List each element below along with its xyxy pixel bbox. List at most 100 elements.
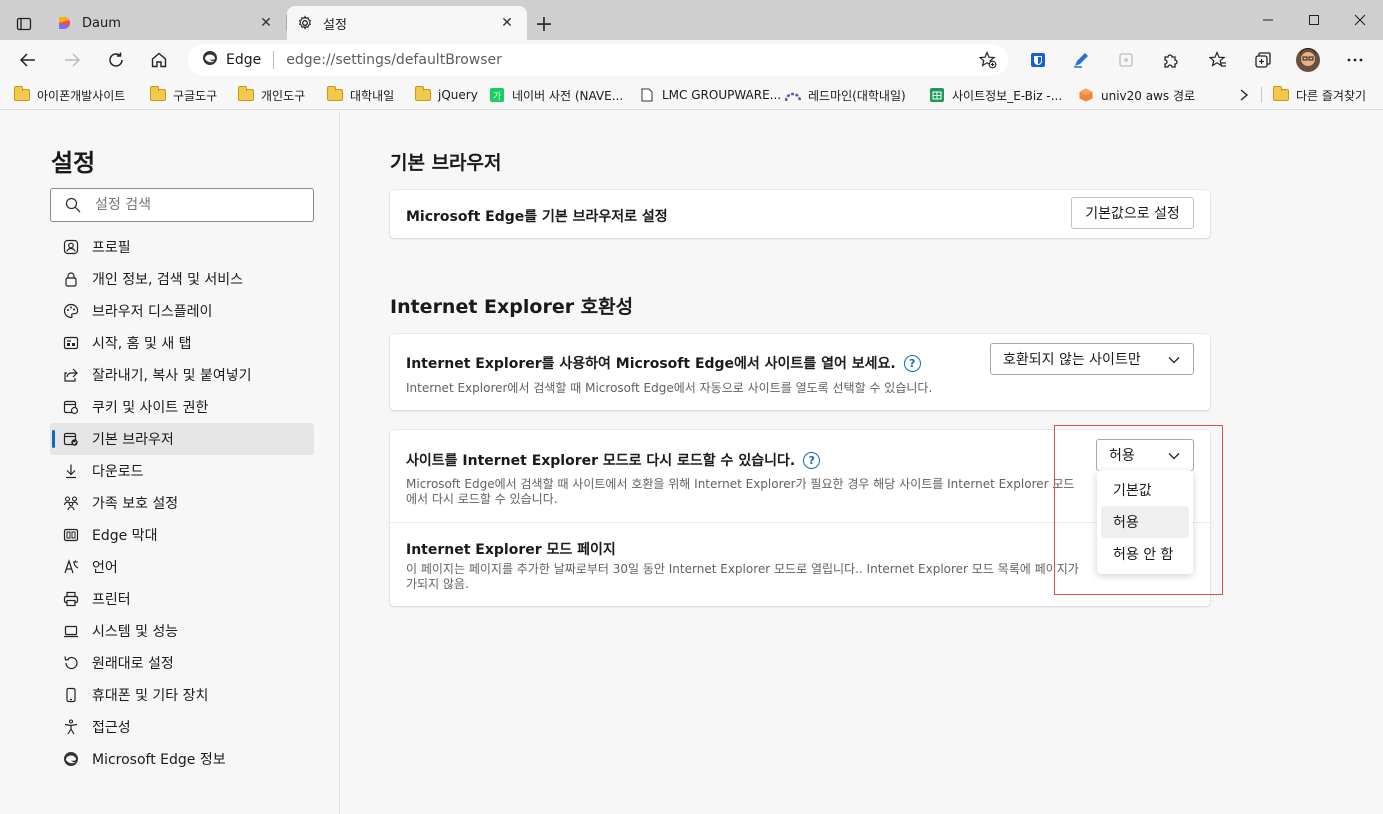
close-icon[interactable]: ✕ (497, 13, 517, 33)
bookmark-item[interactable]: 아이폰개발사이트 (14, 84, 125, 106)
star-add-icon (979, 51, 997, 69)
tab-title: Daum (82, 15, 121, 31)
sidebar-item-label: 쿠키 및 사이트 권한 (92, 400, 209, 416)
sidebar-item-cookies[interactable]: 쿠키 및 사이트 권한 (50, 391, 314, 423)
tab-settings[interactable]: 설정 ✕ (287, 6, 527, 40)
bookmark-label: 개인도구 (261, 88, 306, 103)
bookmark-item[interactable]: univ20 aws 경로 (1078, 84, 1195, 106)
sidebar-item-phone[interactable]: 휴대폰 및 기타 장치 (50, 679, 314, 711)
more-menu-button[interactable] (1339, 44, 1371, 76)
back-arrow-icon (19, 53, 35, 67)
close-icon[interactable]: ✕ (256, 13, 276, 33)
window-close-button[interactable] (1337, 0, 1383, 40)
url-text[interactable]: edge://settings/defaultBrowser (286, 52, 502, 68)
sidebar-item-printers[interactable]: 프린터 (50, 583, 314, 615)
settings-title: 설정 (51, 149, 96, 177)
home-icon (151, 52, 167, 68)
extensions-button[interactable] (1154, 44, 1186, 76)
ie-open-sites-desc: Internet Explorer에서 검색할 때 Microsoft Edge… (406, 381, 933, 395)
collections-button[interactable] (1247, 44, 1279, 76)
select-value: 호환되지 않는 사이트만 (1003, 352, 1141, 368)
sidebar-item-languages[interactable]: 언어 (50, 551, 314, 583)
help-icon[interactable]: ? (803, 451, 821, 469)
bookmark-item[interactable]: LMC GROUPWARE... (639, 84, 781, 106)
settings-search-box[interactable] (50, 188, 314, 222)
bookmark-item[interactable]: jQuery (415, 84, 478, 106)
minimize-icon (1263, 19, 1273, 21)
sidebar-item-about-edge[interactable]: Microsoft Edge 정보 (50, 743, 314, 775)
sidebar-item-start-home[interactable]: 시작, 홈 및 새 탭 (50, 327, 314, 359)
bookmark-label: 레드마인(대학내일) (808, 88, 906, 103)
toolbar: Edge edge://settings/defaultBrowser (0, 40, 1383, 80)
add-favorite-button[interactable] (978, 50, 998, 70)
forward-button[interactable] (56, 44, 88, 76)
sidebar-item-label: 잘라내기, 복사 및 붙여넣기 (92, 368, 252, 384)
sidebar-item-accessibility[interactable]: 접근성 (50, 711, 314, 743)
sidebar-item-appearance[interactable]: 브라우저 디스플레이 (50, 295, 314, 327)
refresh-button[interactable] (100, 44, 132, 76)
sidebar-item-label: Microsoft Edge 정보 (92, 752, 226, 768)
sidebar-item-label: 가족 보호 설정 (92, 496, 179, 512)
bookmark-label: 다른 즐겨찾기 (1296, 88, 1367, 103)
profile-avatar-button[interactable] (1292, 44, 1324, 76)
bookmark-item[interactable]: 사이트정보_E-Biz -... (929, 84, 1062, 106)
back-button[interactable] (12, 44, 44, 76)
minimize-button[interactable] (1245, 0, 1291, 40)
collections-icon (1255, 52, 1271, 68)
bookmark-item[interactable]: 개인도구 (238, 84, 305, 106)
sidebar-item-family[interactable]: 가족 보호 설정 (50, 487, 314, 519)
maximize-button[interactable] (1291, 0, 1337, 40)
refresh-icon (109, 52, 123, 67)
bookmark-item[interactable]: 구글도구 (150, 84, 217, 106)
bookmark-item[interactable]: 대학내일 (327, 84, 394, 106)
family-icon (62, 494, 80, 512)
address-bar[interactable]: Edge edge://settings/defaultBrowser (188, 44, 1008, 76)
sidebar-item-share-copy[interactable]: 잘라내기, 복사 및 붙여넣기 (50, 359, 314, 391)
sidebar-item-label: 시스템 및 성능 (92, 624, 179, 640)
sidebar-item-system[interactable]: 시스템 및 성능 (50, 615, 314, 647)
sidebar-item-label: 다운로드 (92, 464, 144, 480)
tab-daum[interactable]: Daum ✕ (46, 6, 286, 40)
other-favorites-button[interactable]: 다른 즐겨찾기 (1273, 84, 1366, 106)
daum-logo-icon (56, 15, 72, 31)
favorites-button[interactable] (1202, 44, 1234, 76)
home-button[interactable] (143, 44, 175, 76)
bookmark-label: LMC GROUPWARE... (662, 88, 782, 102)
pen-extension-button[interactable] (1065, 44, 1097, 76)
sidebar-item-reset[interactable]: 원래대로 설정 (50, 647, 314, 679)
sidebar-item-edge-bar[interactable]: Edge 막대 (50, 519, 314, 551)
ie-pages-desc-line: 이 페이지는 페이지를 추가한 날짜로부터 30일 동안 Internet Ex… (406, 562, 1079, 576)
sidebar-item-profile[interactable]: 프로필 (50, 231, 314, 263)
bookmarks-overflow-button[interactable] (1238, 84, 1250, 106)
sidebar-item-label: Edge 막대 (92, 528, 158, 544)
ie-reload-title: 사이트를 Internet Explorer 모드로 다시 로드할 수 있습니다… (406, 450, 821, 470)
tab-actions-button[interactable] (8, 8, 40, 40)
help-icon[interactable]: ? (903, 354, 921, 372)
new-tab-button[interactable]: + (530, 10, 558, 38)
edge-bar-icon (62, 526, 80, 544)
bitwarden-extension-button[interactable] (1022, 44, 1054, 76)
bookmarks-separator (1261, 87, 1262, 103)
forward-arrow-icon (65, 53, 81, 67)
ie-pages-title: Internet Explorer 모드 페이지 (406, 542, 616, 558)
sidebar-item-privacy[interactable]: 개인 정보, 검색 및 서비스 (50, 263, 314, 295)
bookmark-label: univ20 aws 경로 (1101, 88, 1196, 103)
folder-icon (238, 86, 254, 102)
sidebar-item-downloads[interactable]: 다운로드 (50, 455, 314, 487)
ie-open-sites-select[interactable]: 호환되지 않는 사이트만 (990, 343, 1194, 375)
profile-icon (62, 238, 80, 256)
settings-content: 기본 브라우저 Microsoft Edge를 기본 브라우저로 설정 기본값으… (341, 111, 1383, 814)
palette-icon (62, 302, 80, 320)
tab-title: 설정 (323, 17, 347, 33)
sidebar-item-default-browser[interactable]: 기본 브라우저 (50, 423, 314, 455)
disabled-extension-button[interactable] (1110, 44, 1142, 76)
make-default-button[interactable]: 기본값으로 설정 (1071, 197, 1194, 229)
edge-logo-icon (62, 750, 80, 768)
ie-reload-desc-line: Microsoft Edge에서 검색할 때 사이트에서 호환을 위해 Inte… (406, 477, 1075, 491)
search-input[interactable] (95, 197, 295, 213)
bookmark-item[interactable]: 레드마인(대학내일) (785, 84, 906, 106)
sidebar-item-label: 브라우저 디스플레이 (92, 304, 213, 320)
settings-sidebar: 설정 프로필 개인 정보, 검색 및 서비스 브라우저 디스플레이 시작, 홈 … (0, 111, 340, 814)
folder-icon (327, 86, 343, 102)
bookmark-item[interactable]: 가 네이버 사전 (NAVE... (489, 84, 623, 106)
